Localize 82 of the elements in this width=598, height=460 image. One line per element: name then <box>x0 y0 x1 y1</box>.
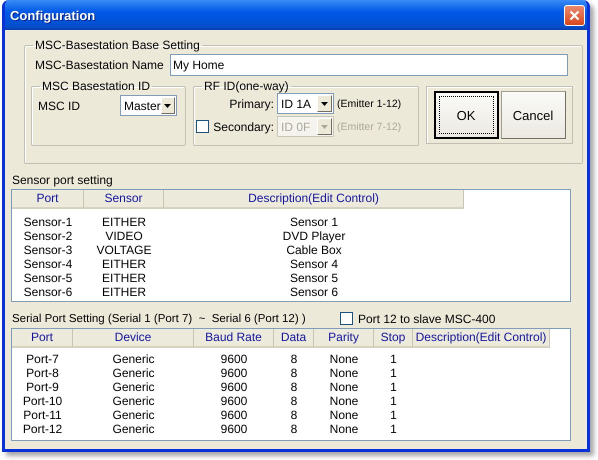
table-cell-text: Generic <box>111 394 156 408</box>
column-header[interactable]: Description(Edit Control) <box>413 329 550 348</box>
table-cell-text: Port-8 <box>25 366 60 380</box>
table-cell-text: 8 <box>290 394 298 408</box>
group-title: MSC-Basestation Base Setting <box>34 38 201 52</box>
section-title: Sensor port setting <box>12 173 114 188</box>
table-cell-text: EITHER <box>100 271 147 285</box>
table-cell-text: EITHER <box>100 285 147 299</box>
table-cell-text: Port-11 <box>22 408 63 422</box>
table-cell-text: 1 <box>389 422 398 436</box>
dialog-button[interactable]: OK <box>434 91 498 139</box>
column-header[interactable]: Baud Rate <box>194 329 274 348</box>
table-cell-text: None <box>328 394 360 408</box>
checkbox-label: Port 12 to slave MSC-400 <box>358 312 496 326</box>
table-cell-text: Port-7 <box>25 352 60 366</box>
table-cell-text: 9600 <box>220 408 248 422</box>
table-cell-text: Port-12 <box>22 422 64 436</box>
table-cell-text: 8 <box>290 366 298 380</box>
column-header[interactable]: Device <box>73 329 194 348</box>
table-cell-text: 9600 <box>220 422 248 436</box>
table-cell-text: VOLTAGE <box>96 243 152 257</box>
table-cell-text: 9600 <box>220 380 248 394</box>
section-title: Serial Port Setting (Serial 1 (Port 7) ~ Serial 6 (Port 12) ) <box>12 312 307 324</box>
table-cell-text: Sensor-2 <box>22 229 74 243</box>
table-cell-text: Sensor 5 <box>288 271 340 285</box>
window-title: Configuration <box>10 8 96 22</box>
table-cell-text: None <box>328 422 360 436</box>
column-header[interactable]: Port <box>12 329 73 348</box>
table-cell-text: Sensor 6 <box>288 285 340 299</box>
table-cell-text: 1 <box>389 366 398 380</box>
table-cell-text: Port-10 <box>22 394 64 408</box>
range-hint: (Emitter 7-12) <box>337 120 402 132</box>
table-cell-text: Generic <box>111 422 156 436</box>
table-cell-text: None <box>328 352 360 366</box>
table-cell-text: 9600 <box>220 366 248 380</box>
table-cell-text: 8 <box>290 352 298 366</box>
column-header[interactable]: Data <box>274 329 314 348</box>
table-cell-text: None <box>328 380 360 394</box>
table-cell-text: Sensor-3 <box>22 243 74 257</box>
table-cell-text: Cable Box <box>285 243 343 257</box>
table-cell-text: 9600 <box>220 352 248 366</box>
column-header[interactable]: Description(Edit Control) <box>164 190 464 209</box>
table-cell-text: None <box>328 408 360 422</box>
group-title: RF ID(one-way) <box>203 79 290 93</box>
field-label: MSC-Basestation Name <box>35 58 165 72</box>
column-header[interactable]: Parity <box>314 329 374 348</box>
column-header[interactable]: Sensor <box>84 190 164 209</box>
table-cell-text: Sensor-1 <box>22 215 74 229</box>
table-cell-text: 8 <box>290 422 298 436</box>
table-cell-text: Sensor-4 <box>22 257 74 271</box>
table-cell-text: Generic <box>111 408 156 422</box>
table-cell-text: Generic <box>111 366 156 380</box>
table-cell-text: 1 <box>389 352 398 366</box>
column-header[interactable]: Stop <box>374 329 413 348</box>
dropdown[interactable]: ID 1A <box>277 93 334 114</box>
table-cell-text: 1 <box>389 380 398 394</box>
table-cell-text: 8 <box>290 408 298 422</box>
dialog-button[interactable]: Cancel <box>500 91 566 139</box>
group-title: MSC Basestation ID <box>41 79 152 93</box>
table-cell-text: Sensor-6 <box>22 285 74 299</box>
table-cell-text: DVD Player <box>282 229 346 243</box>
table-cell-text: Generic <box>111 380 156 394</box>
table-cell-text: 9600 <box>220 394 248 408</box>
table-cell-text: 1 <box>389 408 398 422</box>
table-cell-text: Generic <box>111 352 156 366</box>
table-cell-text: Sensor 4 <box>288 257 340 271</box>
field-label: Secondary: <box>213 120 274 134</box>
table-cell-text: 8 <box>290 380 298 394</box>
dropdown[interactable]: Master <box>120 95 177 116</box>
table-cell-text: Sensor 1 <box>288 215 340 229</box>
column-header[interactable]: Port <box>12 190 84 209</box>
field-label: MSC ID <box>38 98 80 112</box>
table-cell-text: EITHER <box>100 257 147 271</box>
table-cell-text: VIDEO <box>104 229 144 243</box>
table-cell-text: 1 <box>389 394 398 408</box>
table-cell-text: Sensor-5 <box>22 271 74 285</box>
table-cell-text: None <box>328 366 360 380</box>
name-field[interactable]: My Home <box>170 54 568 76</box>
table-cell-text: Port-9 <box>25 380 60 394</box>
range-hint: (Emitter 1-12) <box>337 98 402 110</box>
table-cell-text: EITHER <box>100 215 147 229</box>
field-label: Primary: <box>229 96 274 110</box>
